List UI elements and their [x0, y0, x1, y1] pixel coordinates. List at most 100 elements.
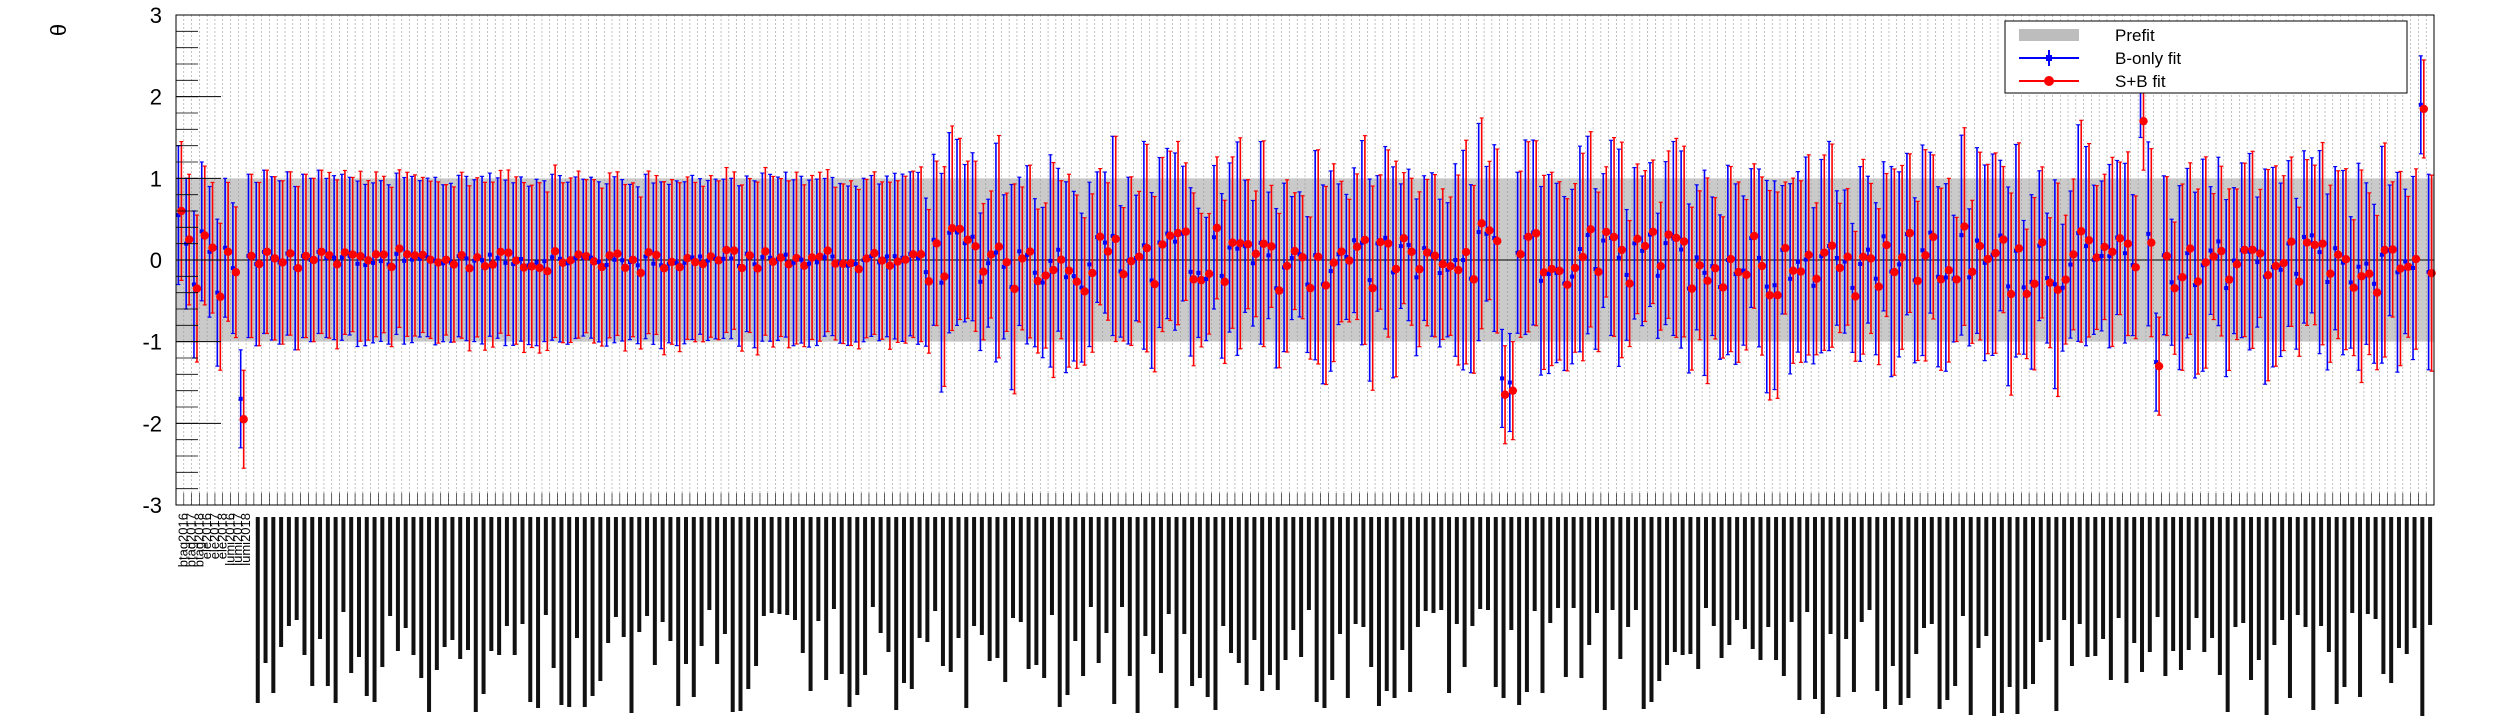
splusb-point	[613, 249, 622, 258]
x-parameter-label-dense	[310, 517, 315, 686]
x-parameter-label-dense	[816, 517, 821, 621]
splusb-point	[636, 268, 645, 278]
bonly-point	[923, 270, 928, 275]
bonly-point	[1500, 376, 1505, 381]
x-parameter-label-dense	[1556, 517, 1561, 608]
x-parameter-label-dense	[1524, 517, 1529, 692]
splusb-point	[971, 242, 980, 251]
y-tick-label: 2	[150, 85, 162, 110]
splusb-point	[1843, 252, 1852, 262]
x-parameter-label-dense	[1626, 517, 1631, 627]
splusb-point	[1142, 243, 1152, 253]
bonly-point	[2317, 250, 2322, 255]
x-parameter-label-dense	[2233, 517, 2238, 627]
splusb-point	[1430, 251, 1440, 260]
x-parameter-label-dense	[1190, 517, 1195, 686]
x-parameter-label-dense	[1851, 517, 1856, 692]
x-parameter-label-dense	[1922, 517, 1927, 628]
splusb-point	[1337, 247, 1346, 256]
bonly-point	[698, 254, 703, 259]
splusb-point	[1555, 266, 1564, 276]
splusb-point	[1438, 259, 1447, 269]
bonly-point	[1772, 283, 1777, 288]
bonly-point	[783, 252, 788, 257]
x-parameter-label-dense	[1688, 517, 1693, 654]
x-parameter-label-dense	[1081, 517, 1086, 676]
x-parameter-label-dense	[1805, 517, 1810, 612]
splusb-point	[1742, 270, 1751, 279]
splusb-point	[722, 245, 731, 255]
x-parameter-label-dense	[2295, 517, 2300, 615]
x-parameter-label-dense	[411, 517, 416, 655]
x-parameter-label-dense	[2178, 517, 2183, 670]
splusb-point	[1282, 261, 1292, 271]
splusb-point	[1049, 265, 1058, 275]
splusb-point	[2396, 264, 2405, 273]
splusb-point	[2170, 283, 2179, 293]
x-parameter-label-dense	[738, 517, 743, 711]
x-parameter-label-dense	[668, 517, 673, 641]
bonly-point	[1367, 278, 1372, 283]
splusb-point	[1827, 241, 1837, 250]
y-tick-label: -3	[142, 493, 162, 518]
x-parameter-label-dense	[2155, 517, 2160, 617]
bonly-point	[355, 261, 360, 266]
splusb-point	[1913, 276, 1922, 286]
x-parameter-label-dense	[1945, 517, 1950, 700]
bonly-point	[1188, 269, 1193, 274]
x-parameter-label-dense	[598, 517, 603, 681]
bonly-point	[1173, 239, 1178, 244]
bonly-point	[1071, 274, 1076, 279]
splusb-point	[1516, 250, 1525, 259]
x-parameter-label-dense	[1906, 517, 1911, 698]
bonly-point	[1453, 258, 1458, 263]
splusb-point	[1718, 283, 1728, 292]
x-parameter-label-dense	[2303, 517, 2308, 627]
splusb-point	[1111, 234, 1120, 244]
x-parameter-label-dense	[2085, 517, 2090, 657]
x-parameter-label-dense	[380, 517, 385, 667]
splusb-point	[2256, 249, 2265, 258]
bonly-point	[1211, 235, 1216, 240]
splusb-point	[1134, 252, 1144, 261]
splusb-point	[1500, 390, 1510, 399]
splusb-point	[2411, 254, 2421, 264]
x-parameter-label-dense	[2412, 517, 2417, 628]
x-parameter-label-dense	[886, 517, 891, 652]
splusb-point	[2084, 236, 2094, 245]
x-parameter-label-dense	[2038, 517, 2043, 642]
x-parameter-label-dense	[1641, 517, 1646, 709]
splusb-point	[2193, 277, 2203, 286]
x-parameter-label-dense	[1517, 517, 1522, 705]
x-parameter-label-dense	[1431, 517, 1436, 613]
x-parameter-label-dense	[621, 517, 626, 637]
splusb-point	[1025, 247, 1035, 256]
legend-label: B-only fit	[2115, 49, 2181, 68]
splusb-point	[1586, 225, 1595, 234]
splusb-point	[1975, 241, 1985, 251]
x-parameter-label-dense	[458, 517, 463, 659]
bonly-point	[1702, 270, 1707, 275]
x-parameter-label-dense	[1509, 517, 1514, 630]
bonly-point	[1328, 269, 1333, 274]
splusb-point	[955, 224, 965, 234]
x-parameter-label-dense	[1976, 517, 1981, 648]
splusb-point	[1158, 240, 1167, 249]
y-tick-label: -2	[142, 411, 162, 436]
splusb-point	[1999, 235, 2008, 244]
bonly-point	[2364, 261, 2369, 266]
splusb-point	[2131, 263, 2140, 272]
splusb-point	[1454, 265, 1463, 275]
bonly-point	[1196, 270, 1201, 275]
x-parameter-label-dense	[2272, 517, 2277, 645]
splusb-point	[1687, 284, 1697, 293]
y-tick-label: 3	[150, 3, 162, 28]
splusb-point	[208, 243, 217, 252]
splusb-point	[387, 262, 396, 272]
splusb-point	[1391, 264, 1401, 274]
splusb-point	[2263, 270, 2273, 280]
bonly-point	[1764, 284, 1769, 289]
x-parameter-label-dense	[1563, 517, 1568, 677]
bonly-point	[729, 256, 734, 261]
x-parameter-label-dense	[1384, 517, 1389, 691]
